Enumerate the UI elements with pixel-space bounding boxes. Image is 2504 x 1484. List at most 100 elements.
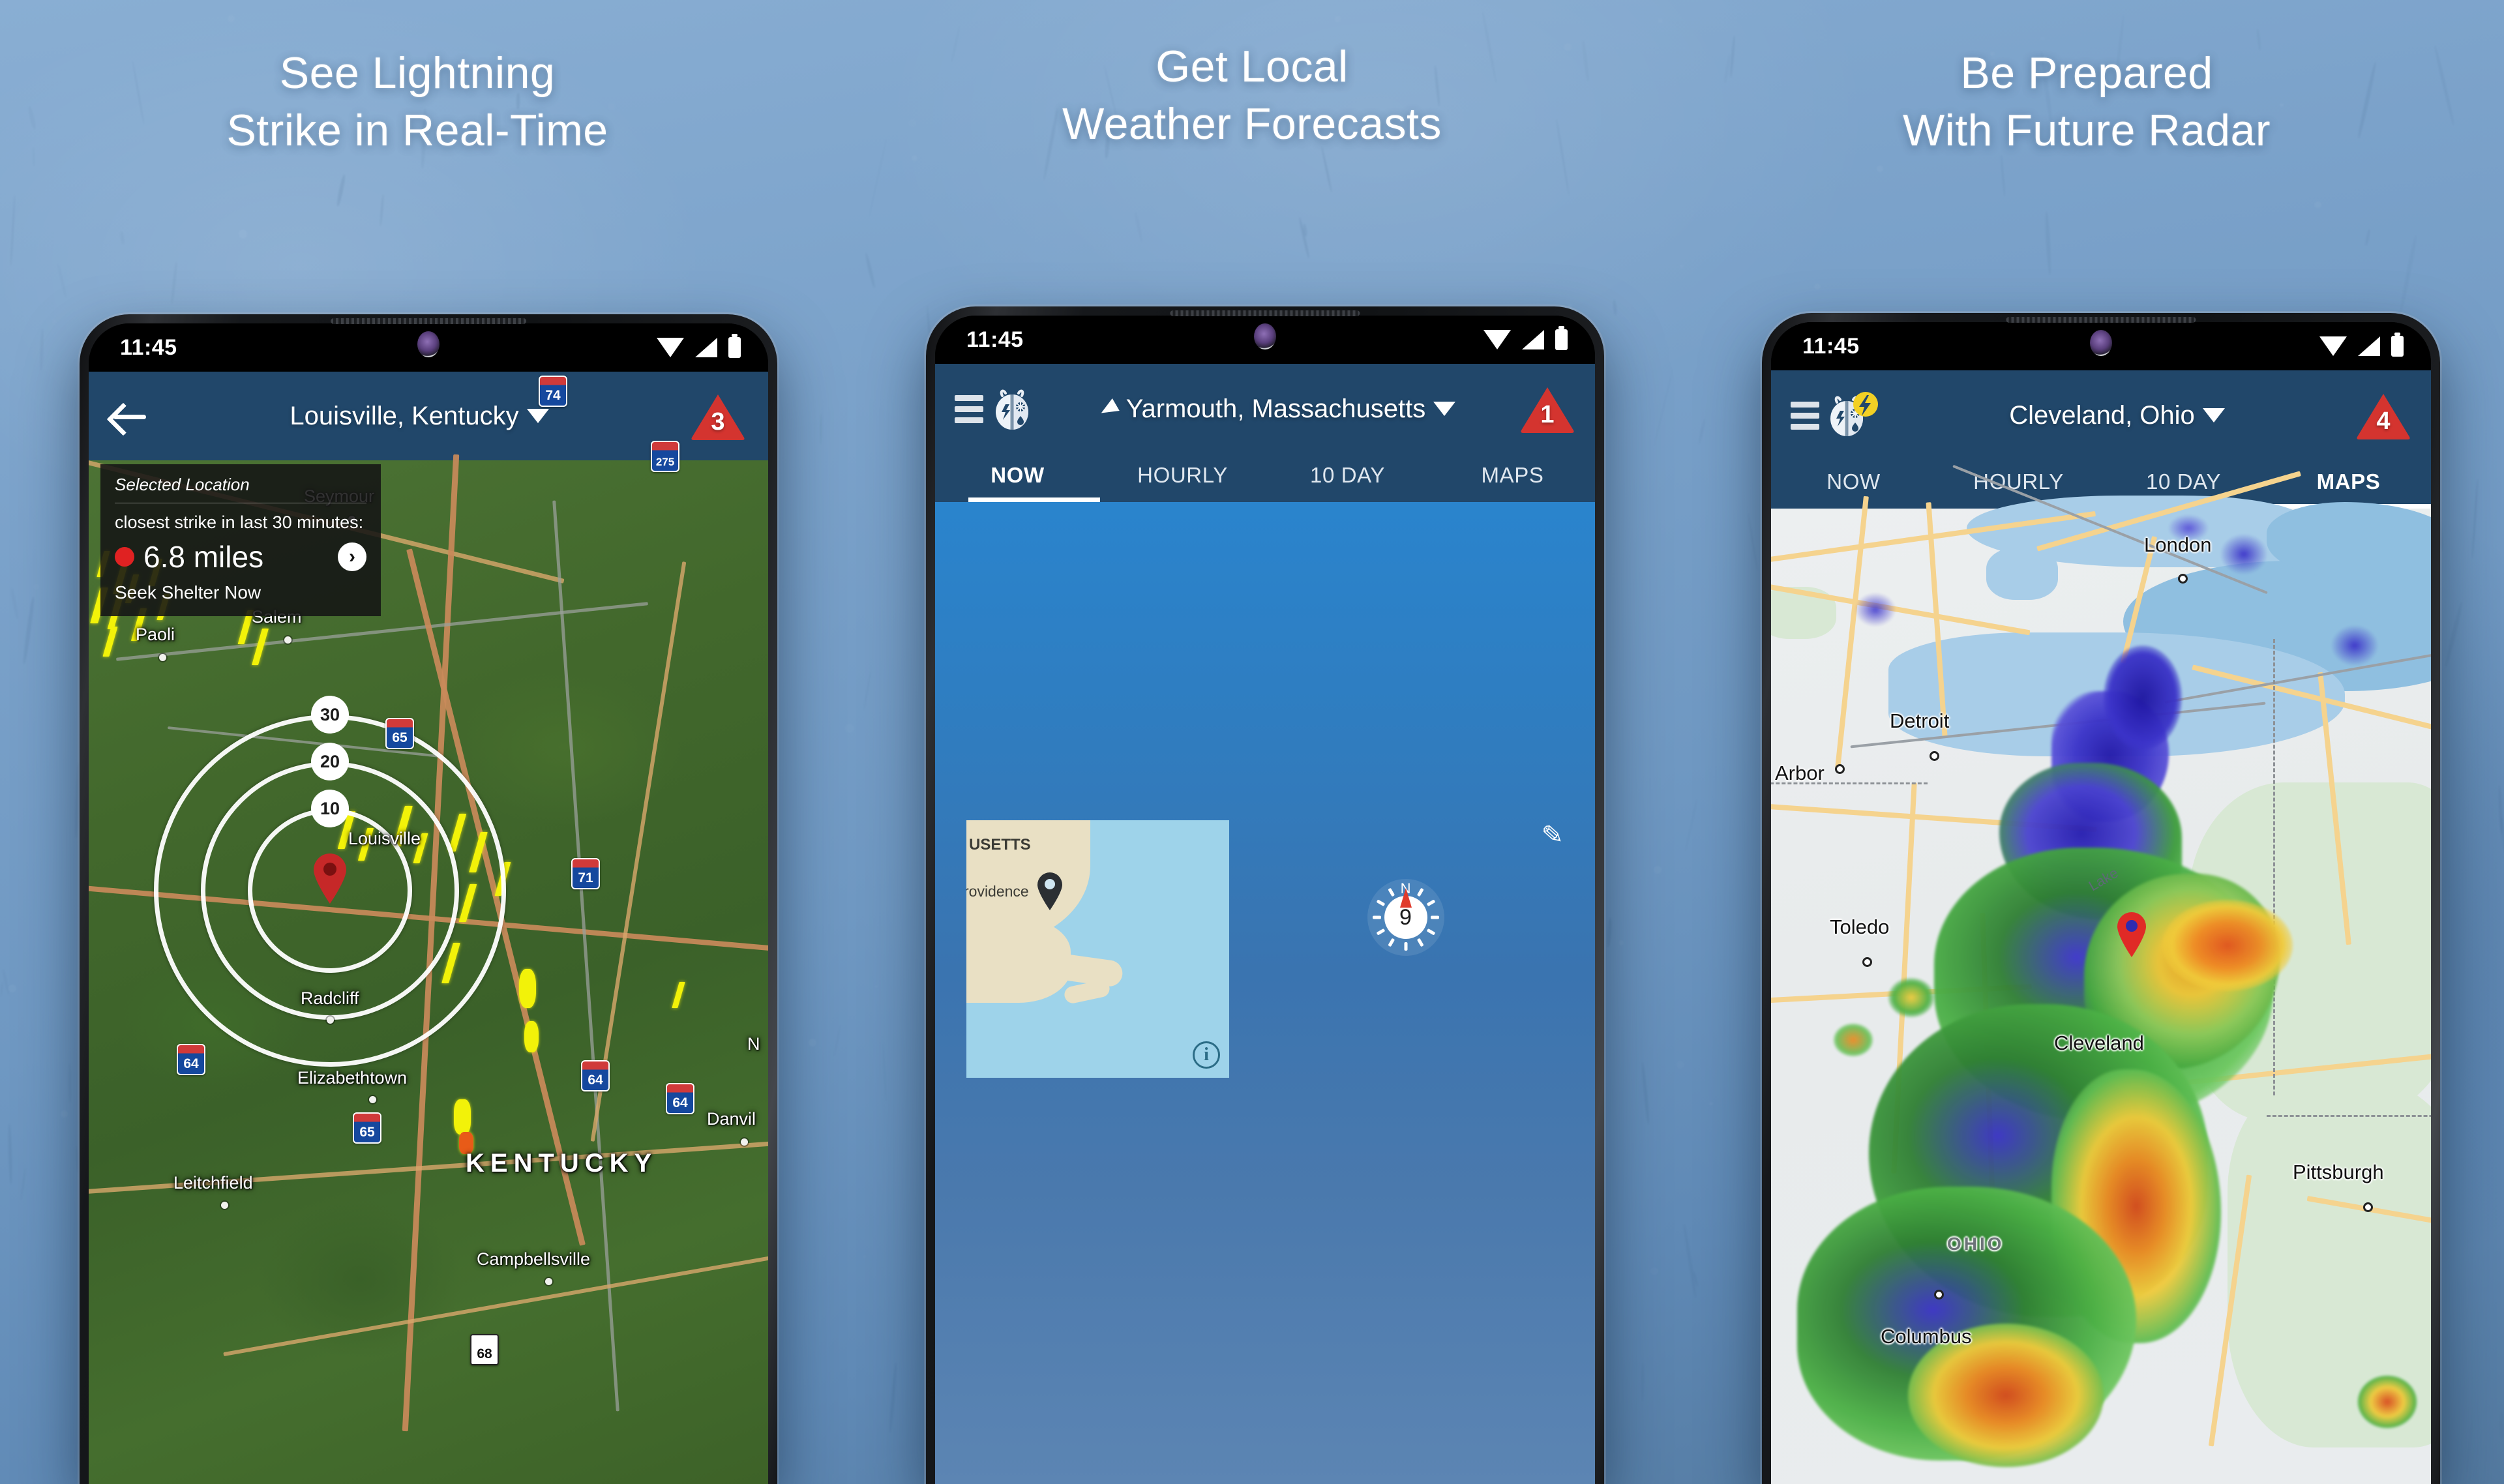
radar-echo: [2358, 1376, 2417, 1428]
location-selector-2[interactable]: Yarmouth, Massachusetts: [1036, 394, 1519, 424]
radar-echo: [2221, 535, 2267, 574]
city-dot: [284, 636, 291, 644]
wifi-icon: [657, 338, 684, 357]
radar-echo: [2332, 626, 2377, 665]
city-dot: [221, 1202, 228, 1209]
highway-shield: 65: [385, 718, 414, 749]
battery-icon: [2391, 333, 2404, 357]
now-screen: Barnstable Municipal Arpt Hyannis 1:56 P…: [935, 502, 1595, 1484]
tab-now[interactable]: NOW: [935, 454, 1100, 502]
weatherbug-logo-icon: [996, 389, 1028, 430]
alert-count: 1: [1540, 401, 1555, 428]
current-location-pin[interactable]: [2115, 910, 2149, 957]
tab-indicator: [968, 497, 1100, 502]
menu-button-3[interactable]: [1791, 390, 1879, 441]
front-camera-icon: [2090, 330, 2112, 356]
city-dot: [369, 1096, 376, 1103]
ring-label-10: 10: [311, 790, 349, 827]
tab-maps[interactable]: MAPS: [1430, 454, 1595, 502]
radar-echo: [1856, 593, 1895, 626]
panel-1-headline: See Lightning Strike in Real-Time: [0, 51, 835, 153]
radar-label-arbor: Arbor: [1775, 762, 1825, 784]
map-label-leitchfield: Leitchfield: [173, 1173, 253, 1193]
tab-hourly[interactable]: HOURLY: [1100, 454, 1265, 502]
status-clock: 11:45: [966, 327, 1024, 352]
alert-badge-3[interactable]: 4: [2355, 391, 2411, 439]
compass-needle-icon: [1399, 888, 1412, 908]
ring-label-20: 20: [311, 743, 349, 780]
battery-icon: [728, 334, 741, 358]
city-dot: [741, 1138, 748, 1146]
headline-line-1: See Lightning: [279, 48, 556, 98]
status-icons: [2319, 333, 2404, 357]
radar-echo: [2104, 646, 2182, 750]
status-clock: 11:45: [1802, 333, 1860, 359]
headline-line-2: Weather Forecasts: [1062, 99, 1442, 149]
radar-label-columbus: Columbus: [1881, 1325, 1972, 1348]
radar-label-cleveland: Cleveland: [2054, 1031, 2144, 1054]
strike-callout[interactable]: Selected Location closest strike in last…: [100, 464, 381, 616]
highway: [1835, 496, 1869, 769]
panel-forecast: Get Local Weather Forecasts 11:45 Yarmou…: [835, 0, 1669, 1484]
pencil-icon[interactable]: ✎: [1541, 820, 1564, 851]
headline-line-1: Get Local: [1155, 42, 1349, 91]
highway-shield: 64: [177, 1044, 205, 1075]
city-marker: [1862, 957, 1872, 967]
status-bar-1: 11:45: [89, 323, 768, 372]
city-marker: [2363, 1202, 2373, 1212]
location-name: Louisville, Kentucky: [290, 401, 519, 430]
front-camera-icon: [1254, 323, 1276, 349]
highway-shield: 275: [651, 441, 679, 472]
back-button[interactable]: [111, 401, 149, 431]
location-name: Yarmouth, Massachusetts: [1125, 394, 1426, 423]
strike-dot-icon: [115, 547, 134, 567]
signal-icon: [2358, 336, 2380, 356]
minimap-thumbnail[interactable]: USETTS rovidence i: [966, 820, 1230, 1078]
selected-location-pin[interactable]: [311, 852, 349, 904]
minimap-pin-icon: [1037, 872, 1062, 910]
info-icon[interactable]: i: [1193, 1041, 1221, 1069]
radar-echo: [1834, 1024, 1873, 1056]
city-marker: [1934, 1290, 1944, 1299]
lightning-strikes: [672, 982, 702, 1021]
location-selector-1[interactable]: Louisville, Kentucky: [149, 402, 690, 431]
notch: [2003, 322, 2199, 366]
state-border: [2267, 1115, 2431, 1117]
lake: [1986, 548, 2058, 600]
city-dot: [327, 1017, 334, 1024]
headline-line-2: With Future Radar: [1902, 106, 2271, 155]
tab-10day[interactable]: 10 DAY: [1265, 454, 1430, 502]
chevron-down-icon: [1433, 402, 1456, 416]
city-marker: [2178, 574, 2188, 584]
chevron-down-icon: [526, 409, 549, 423]
menu-button-2[interactable]: [955, 385, 1036, 433]
callout-distance: 6.8 miles: [143, 540, 264, 574]
phone-device-1: 11:45 Louisville, Kentucky 3 30 20 10 Sa…: [80, 314, 777, 1484]
lightning-strikes: [454, 1099, 493, 1154]
phone-device-2: 11:45 Yarmouth, Massachusetts 1 NOW HOUR…: [926, 306, 1604, 1484]
map-label-elizabethtown: Elizabethtown: [297, 1068, 408, 1088]
wind-compass: N 9: [1367, 879, 1444, 956]
lightning-map-1[interactable]: 30 20 10 Seymour Salem Paoli Louisville …: [89, 376, 768, 1484]
radar-label-london: London: [2144, 533, 2212, 556]
state-border: [2273, 639, 2275, 1095]
location-selector-3[interactable]: Cleveland, Ohio: [1879, 401, 2355, 430]
alert-count: 4: [2376, 408, 2391, 435]
callout-subtitle: closest strike in last 30 minutes:: [115, 512, 364, 532]
panel-lightning: See Lightning Strike in Real-Time 11:45 …: [0, 0, 835, 1484]
headline-line-2: Strike in Real-Time: [226, 106, 608, 155]
wifi-icon: [1483, 330, 1511, 349]
alert-badge-1[interactable]: 3: [690, 392, 746, 440]
tab-maps[interactable]: MAPS: [2266, 460, 2431, 509]
radar-screen[interactable]: London Detroit Arbor Toledo Cleveland Co…: [1771, 464, 2431, 1484]
radar-echo: [1888, 978, 1934, 1017]
status-clock: 11:45: [120, 334, 177, 360]
city-dot: [545, 1278, 552, 1285]
tab-now[interactable]: NOW: [1771, 460, 1936, 509]
callout-chevron-icon[interactable]: ›: [338, 542, 366, 571]
highway-shield: 74: [539, 376, 567, 407]
phone-screen-3: 11:45 Cleveland, Ohio 4 NOW HOURLY 10 DA…: [1771, 322, 2431, 1484]
headline-line-1: Be Prepared: [1960, 48, 2213, 98]
map-label-kentucky: KENTUCKY: [466, 1149, 658, 1178]
alert-badge-2[interactable]: 1: [1519, 385, 1575, 433]
